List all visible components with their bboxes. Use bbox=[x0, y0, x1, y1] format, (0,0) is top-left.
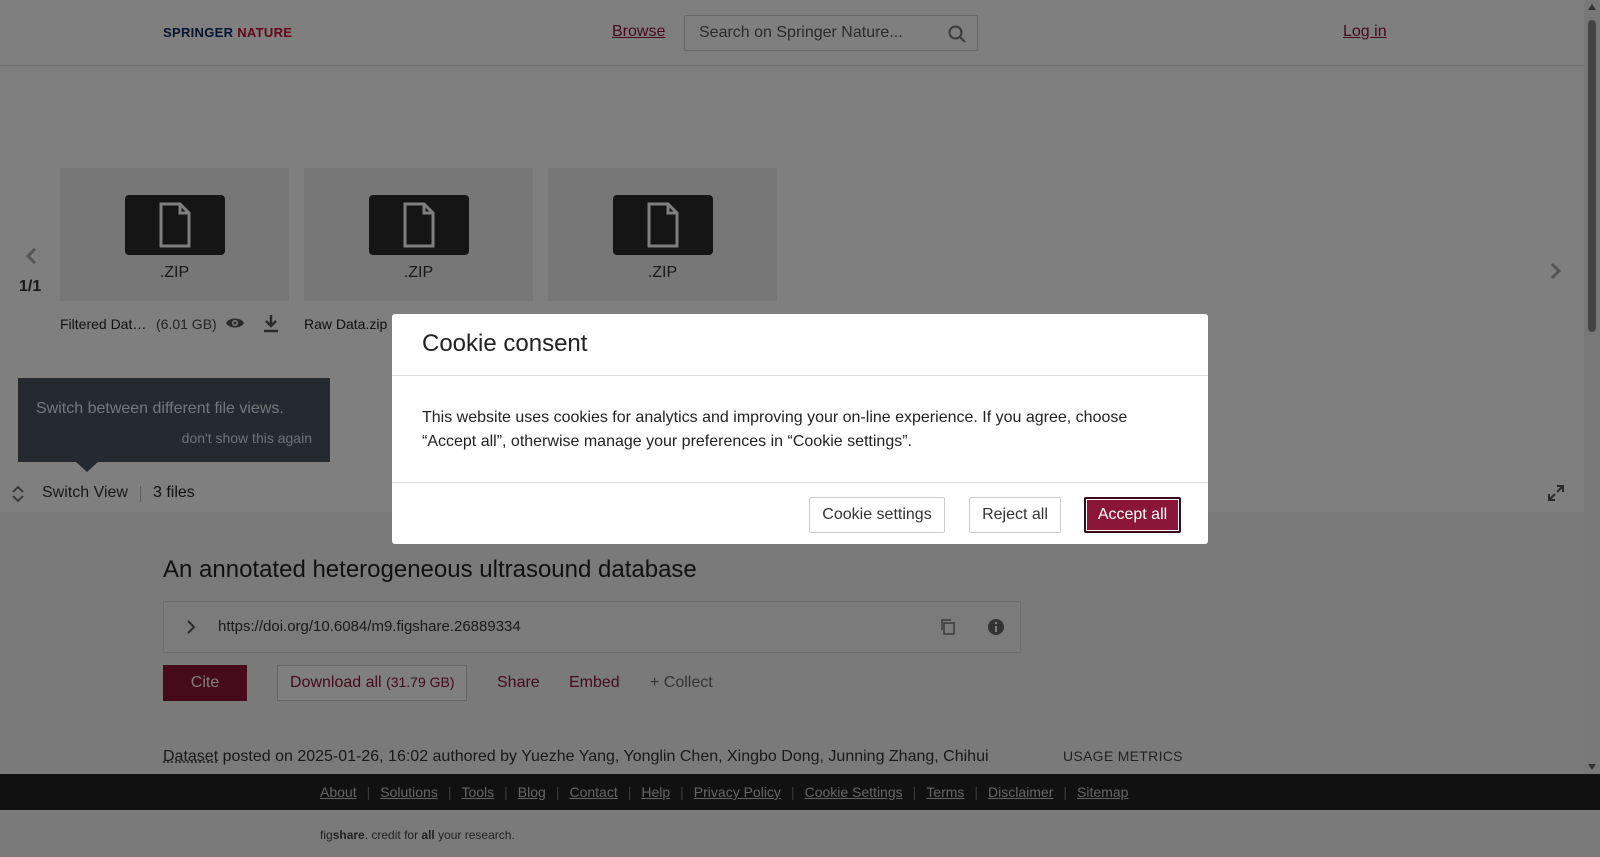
dialog-body: This website uses cookies for analytics … bbox=[422, 409, 1128, 450]
reject-all-button[interactable]: Reject all bbox=[969, 497, 1061, 533]
dialog-footer: Cookie settings Reject all Accept all bbox=[392, 482, 1208, 544]
cookie-consent-dialog: Cookie consent This website uses cookies… bbox=[392, 314, 1208, 544]
dialog-title: Cookie consent bbox=[422, 330, 588, 357]
cookie-settings-button[interactable]: Cookie settings bbox=[809, 497, 945, 533]
accept-all-button[interactable]: Accept all bbox=[1084, 497, 1181, 533]
dialog-header: Cookie consent bbox=[392, 314, 1208, 376]
